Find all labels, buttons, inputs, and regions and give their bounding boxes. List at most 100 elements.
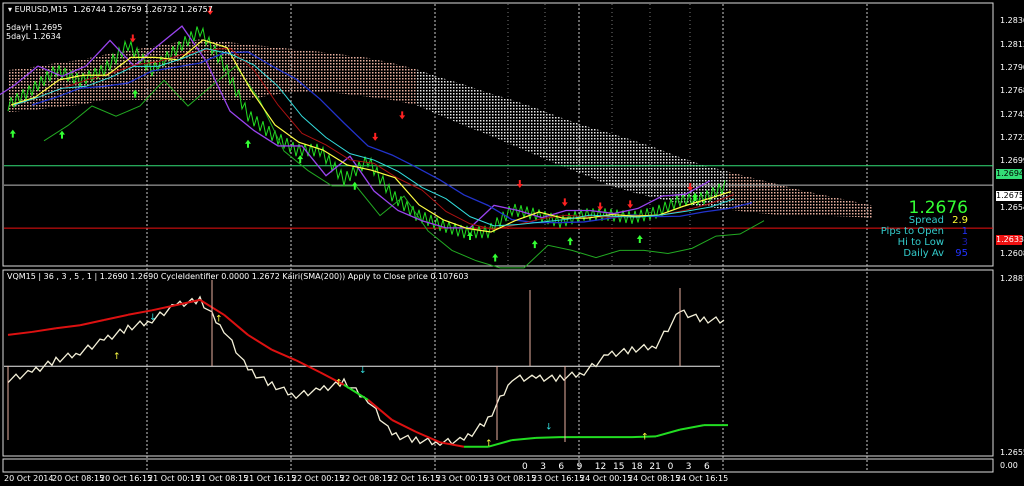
- time-axis-label: 24 Oct 08:15: [628, 474, 681, 483]
- ichimoku-cloud-segment: [392, 62, 416, 105]
- price-axis-label: 1.28135: [1000, 40, 1024, 49]
- ichimoku-cloud-segment: [776, 183, 800, 215]
- yellow-arrow-icon: ↑: [335, 379, 343, 389]
- ichimoku-cloud-segment: [320, 51, 344, 94]
- ichimoku-cloud-segment: [344, 54, 368, 97]
- time-axis-label: 20 Oct 16:15: [100, 474, 153, 483]
- ichimoku-cloud-segment: [440, 77, 464, 126]
- vqm-line-segment: [391, 419, 417, 433]
- vqm-line-segment: [223, 314, 249, 336]
- hour-label: 0: [667, 462, 674, 472]
- pips-to-open-value: 1: [961, 226, 968, 237]
- time-axis-label: 22 Oct 08:15: [340, 474, 393, 483]
- ichimoku-cloud-segment: [416, 69, 440, 116]
- cyan-arrow-icon: ↓: [545, 423, 553, 433]
- price-axis-label: 1.27225: [1000, 133, 1024, 142]
- up-arrow-icon: [245, 139, 251, 148]
- time-axis-label: 20 Oct 2014: [4, 474, 54, 483]
- hour-label: 12: [594, 462, 607, 472]
- hour-label: 3: [540, 462, 546, 472]
- hour-label: 15: [613, 462, 625, 472]
- vqm-line-segment: [679, 424, 705, 431]
- yellow-arrow-icon: ↑: [113, 352, 121, 362]
- ichimoku-cloud-segment: [608, 132, 632, 193]
- vqm-line-segment: [367, 399, 393, 421]
- price-axis-label: 1.26540: [1000, 203, 1024, 212]
- vqm-line-segment: [79, 319, 105, 327]
- hour-label: 18: [631, 462, 643, 472]
- ichimoku-cloud-segment: [680, 157, 704, 207]
- up-arrow-icon: [531, 240, 538, 249]
- dropdown-icon[interactable]: ▾: [8, 5, 12, 14]
- ichimoku-cloud-segment: [488, 92, 512, 145]
- hours-axis-scale: 0.00: [1000, 461, 1018, 470]
- down-arrow-icon: [516, 179, 523, 188]
- ichimoku-cloud-segment: [176, 39, 200, 100]
- up-arrow-icon: [59, 130, 65, 139]
- price-axis-label: 1.26085: [1000, 249, 1024, 258]
- up-arrow-icon: [9, 129, 16, 138]
- vqm-line-segment: [247, 334, 273, 351]
- hour-label: 6: [558, 462, 565, 472]
- indicator-header: VQM15 | 36 , 3 , 5 , 1 | 1.2690 1.2690 C…: [7, 272, 469, 281]
- ichimoku-cloud-segment: [632, 139, 656, 199]
- ichimoku-cloud-segment: [824, 195, 848, 217]
- vqm-line-segment: [7, 330, 33, 336]
- time-axis-label: 24 Oct 16:15: [676, 474, 729, 483]
- price-axis-label: 1.27450: [1000, 110, 1024, 119]
- hour-label: 3: [685, 462, 692, 472]
- time-axis-label: 24 Oct 00:15: [580, 474, 633, 483]
- time-axis-label: 23 Oct 00:15: [436, 474, 489, 483]
- time-axis-label: 21 Oct 08:15: [196, 474, 249, 483]
- hours-pane-frame: [2, 458, 994, 473]
- ichimoku-cloud-segment: [848, 200, 872, 218]
- down-arrow-icon: [561, 198, 568, 207]
- down-arrow-icon: [597, 202, 604, 211]
- time-axis-label: 20 Oct 08:15: [52, 474, 105, 483]
- vqm-line-segment: [151, 304, 177, 312]
- ichimoku-cloud-segment: [512, 99, 536, 156]
- ichimoku-cloud-segment: [464, 84, 488, 135]
- cyan-arrow-icon: ↓: [149, 313, 157, 323]
- vqm-line-segment: [655, 428, 681, 438]
- indicator-pane-frame: [2, 269, 994, 457]
- time-axis-label: 22 Oct 16:15: [388, 474, 441, 483]
- down-arrow-icon: [627, 200, 634, 209]
- spread-value: 2.9: [952, 215, 968, 226]
- price-axis-label: 1.26995: [1000, 156, 1024, 165]
- vqm-line-segment: [31, 327, 57, 333]
- time-axis-label: 23 Oct 16:15: [532, 474, 585, 483]
- ichimoku-cloud-segment: [752, 177, 776, 215]
- cyan-arrow-icon: ↓: [359, 366, 367, 376]
- time-axis-label: 21 Oct 00:15: [148, 474, 201, 483]
- ichimoku-cloud-segment: [296, 49, 320, 92]
- vqm-line-segment: [439, 441, 465, 448]
- ichimoku-cloud-segment: [584, 125, 608, 185]
- vqm-line-segment: [55, 324, 81, 330]
- hi-to-low-label: Hi to Low: [897, 237, 944, 248]
- up-arrow-icon: [467, 231, 473, 240]
- ichimoku-cloud-segment: [368, 57, 392, 100]
- up-arrow-icon: [636, 235, 643, 244]
- ichimoku-cloud-segment: [536, 108, 560, 166]
- yellow-arrow-icon: ↑: [485, 439, 493, 449]
- daily-av-label: Daily Av: [903, 248, 944, 259]
- price-axis-label: 1.28360: [1000, 16, 1024, 25]
- ichimoku-cloud-segment: [704, 165, 728, 210]
- hour-label: 9: [576, 462, 583, 472]
- down-arrow-icon: [372, 132, 379, 141]
- vqm-line-segment: [415, 430, 441, 444]
- vqm-line-segment: [103, 313, 129, 321]
- price-axis-label: 1.27905: [1000, 63, 1024, 72]
- hour-label: 0: [522, 462, 528, 472]
- close-value: 1.26757: [179, 5, 213, 14]
- hi-to-low-value: 3: [961, 237, 968, 248]
- price-axis-label: 1.27680: [1000, 86, 1024, 95]
- time-axis-label: 21 Oct 16:15: [244, 474, 297, 483]
- yellow-arrow-icon: ↑: [215, 315, 223, 325]
- up-arrow-icon: [351, 181, 358, 190]
- down-arrow-icon: [399, 111, 406, 120]
- time-axis-label: 23 Oct 08:15: [484, 474, 537, 483]
- chart-canvas[interactable]: ↑ ↑ ↑ ↑ ↑ ↓ ↓ ↓: [0, 0, 1024, 486]
- daily-av-value: 95: [955, 248, 968, 259]
